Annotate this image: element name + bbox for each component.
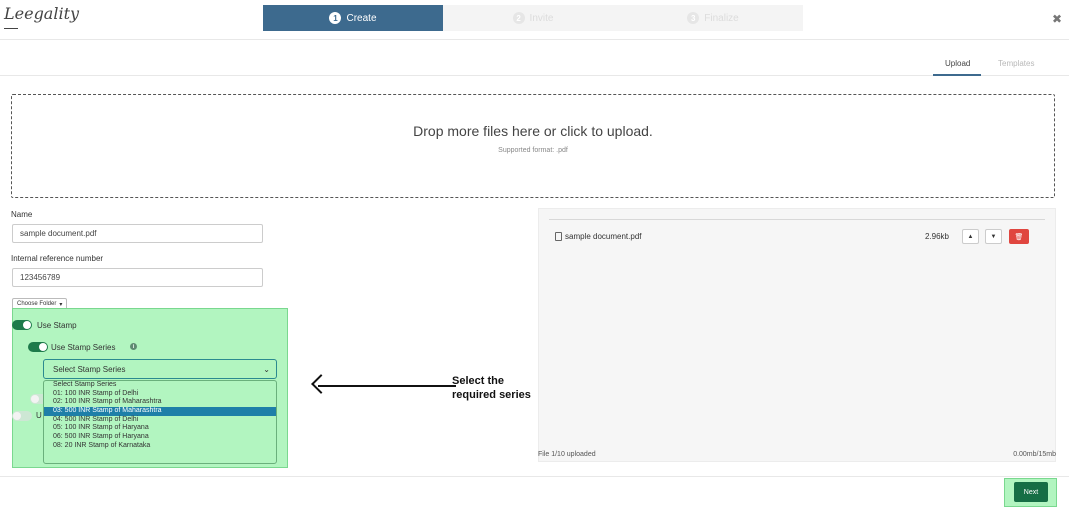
option-item-selected[interactable]: 03: 500 INR Stamp of Maharashtra xyxy=(44,407,276,416)
info-icon[interactable]: i xyxy=(130,343,137,350)
option-item[interactable]: 02: 100 INR Stamp of Maharashtra xyxy=(44,398,276,407)
use-stamp-toggle[interactable] xyxy=(12,320,32,330)
step-number-icon: 3 xyxy=(687,12,700,24)
use-stamp-series-toggle[interactable] xyxy=(28,342,48,352)
tab-upload[interactable]: Upload xyxy=(945,59,970,68)
source-tabs: Upload Templates xyxy=(0,40,1069,76)
stamp-series-select[interactable]: Select Stamp Series ⌄ xyxy=(43,359,277,379)
name-input[interactable]: sample document.pdf xyxy=(12,224,263,243)
file-name: sample document.pdf xyxy=(565,232,642,241)
use-stamp-label: Use Stamp xyxy=(37,321,77,330)
wizard-steps: 1 Create 2 Invite 3 Finalize xyxy=(263,5,803,31)
step-label: Create xyxy=(346,12,377,24)
reference-label: Internal reference number xyxy=(11,254,104,263)
trash-icon: 🗑 xyxy=(1014,233,1024,241)
secondary-toggle-label: U xyxy=(36,411,42,420)
use-stamp-series-label: Use Stamp Series xyxy=(51,343,116,352)
dropzone-title: Drop more files here or click to upload. xyxy=(413,123,653,139)
choose-folder-label: Choose Folder xyxy=(17,301,57,307)
option-item[interactable]: 06: 500 INR Stamp of Haryana xyxy=(44,433,276,442)
step-finalize[interactable]: 3 Finalize xyxy=(623,5,803,31)
step-label: Invite xyxy=(529,12,554,24)
chevron-down-icon: ⌄ xyxy=(263,365,270,374)
upload-dropzone[interactable]: Drop more files here or click to upload.… xyxy=(11,94,1055,198)
name-label: Name xyxy=(11,210,33,219)
annotation-line-1: Select the xyxy=(452,375,504,387)
step-number-icon: 2 xyxy=(512,12,525,24)
reference-input[interactable]: 123456789 xyxy=(12,268,263,287)
step-create[interactable]: 1 Create xyxy=(263,5,443,31)
annotation-text: Select the required series xyxy=(452,374,531,402)
step-number-icon: 1 xyxy=(329,12,342,24)
step-invite[interactable]: 2 Invite xyxy=(443,5,623,31)
option-item[interactable]: 08: 20 INR Stamp of Karnataka xyxy=(44,442,276,451)
panel-divider xyxy=(549,219,1045,220)
footer-divider xyxy=(0,476,1069,477)
logo-text: Leegality xyxy=(4,4,80,23)
active-tab-indicator xyxy=(933,74,981,76)
dropzone-subtitle: Supported format: .pdf xyxy=(498,147,568,154)
leegality-logo: Leegality xyxy=(4,4,80,29)
option-item[interactable]: 01: 100 INR Stamp of Delhi xyxy=(44,390,276,399)
caret-down-icon: ▾ xyxy=(59,301,63,308)
secondary-toggle[interactable] xyxy=(12,411,32,421)
file-icon xyxy=(555,232,562,241)
file-size: 2.96kb xyxy=(924,232,949,241)
annotation-arrow-line xyxy=(318,385,456,387)
annotation-arrow-head xyxy=(311,374,331,394)
delete-file-button[interactable]: 🗑 xyxy=(1009,229,1029,244)
stamp-series-options: Select Stamp Series 01: 100 INR Stamp of… xyxy=(43,380,277,464)
option-item[interactable]: 04: 500 INR Stamp of Delhi xyxy=(44,416,276,425)
move-up-button[interactable]: ▲ xyxy=(962,229,979,244)
tab-templates[interactable]: Templates xyxy=(998,59,1034,68)
option-item[interactable]: Select Stamp Series xyxy=(44,381,276,390)
storage-quota: 0.00mb/15mb xyxy=(1013,451,1056,458)
upload-count: File 1/10 uploaded xyxy=(538,451,596,458)
uploaded-files-panel: sample document.pdf 2.96kb ▲ ▼ 🗑 xyxy=(538,208,1056,462)
file-row: sample document.pdf 2.96kb ▲ ▼ 🗑 xyxy=(553,229,1043,247)
top-header: Leegality 1 Create 2 Invite 3 Finalize ✖ xyxy=(0,0,1069,40)
next-button[interactable]: Next xyxy=(1014,482,1048,502)
close-icon[interactable]: ✖ xyxy=(1052,12,1062,26)
annotation-line-2: required series xyxy=(452,389,531,401)
move-down-button[interactable]: ▼ xyxy=(985,229,1002,244)
logo-underline xyxy=(4,28,18,29)
stamp-series-select-value: Select Stamp Series xyxy=(53,364,126,374)
option-item[interactable]: 05: 100 INR Stamp of Haryana xyxy=(44,424,276,433)
step-label: Finalize xyxy=(704,12,739,24)
